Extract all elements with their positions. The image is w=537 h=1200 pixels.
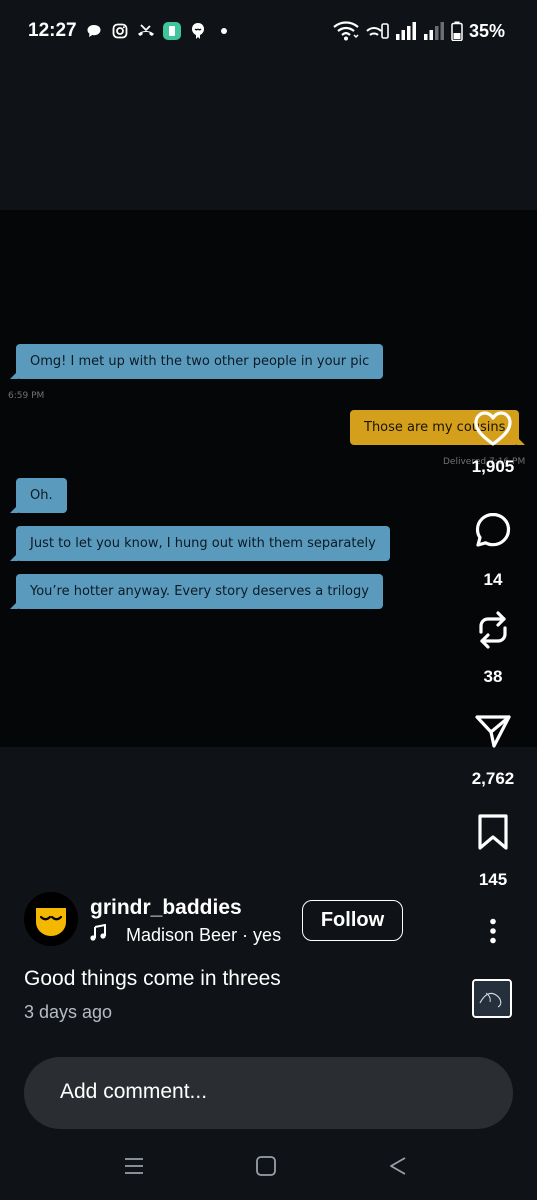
repost-icon [474,610,512,655]
dot-icon [214,21,234,41]
username[interactable]: grindr_baddies [90,896,242,920]
share-count: 2,762 [471,769,515,788]
more-vertical-icon [489,918,497,949]
comment-count: 14 [483,570,503,589]
wifi-icon [333,21,359,41]
message-incoming: You’re hotter anyway. Every story deserv… [10,574,383,609]
music-row[interactable]: Madison Beer · yes [90,923,282,947]
heart-icon [473,410,513,453]
battery-icon [451,21,463,41]
music-label: Madison Beer · yes [126,925,282,945]
bookmark-icon [476,813,510,856]
save-button[interactable]: 145 [466,813,520,890]
instagram-icon [110,21,130,41]
comment-input[interactable]: Add comment... [24,1057,513,1129]
share-button[interactable]: 2,762 [466,712,520,789]
signal-icon [395,21,417,41]
album-cover[interactable] [472,979,512,1018]
message-timestamp: 6:59 PM [8,391,45,401]
repost-count: 38 [483,667,503,686]
recent-apps-icon [125,1158,143,1174]
post-time: 3 days ago [24,1002,113,1022]
grindr-mask-icon [36,908,66,936]
back-icon [390,1157,406,1175]
like-count: 1,905 [471,457,515,476]
follow-button[interactable]: Follow [302,900,403,941]
avatar[interactable] [24,892,78,946]
message-incoming: Oh. [10,478,67,513]
like-button[interactable]: 1,905 [466,410,520,477]
status-bar: 12:27 35% [0,0,537,62]
grindr-icon [188,21,208,41]
more-options-button[interactable] [466,918,520,949]
save-count: 145 [478,870,508,889]
home-button[interactable] [254,1154,278,1178]
battery-percent: 35% [468,20,505,41]
back-button[interactable] [386,1154,410,1178]
system-icons: 35% [333,20,505,42]
recent-apps-button[interactable] [122,1154,146,1178]
notification-icons [84,20,234,42]
chat-bubble-icon [84,21,104,41]
music-note-icon [90,923,106,947]
navigation-bar [0,1140,537,1200]
album-art-icon [474,981,510,1016]
signal-weak-icon [423,21,445,41]
wifi-calling-icon [365,21,389,41]
repost-button[interactable]: 38 [466,610,520,687]
message-incoming: Omg! I met up with the two other people … [9,344,384,379]
send-icon [473,712,513,755]
home-icon [256,1156,276,1176]
missed-call-icon [136,21,156,41]
post-caption: Good things come in threes [24,967,281,990]
message-incoming: Just to let you know, I hung out with th… [10,526,390,561]
comment-icon [474,511,512,554]
video-player[interactable]: Omg! I met up with the two other people … [0,210,537,747]
status-time: 12:27 [28,20,77,41]
comment-button[interactable]: 14 [466,511,520,590]
app-icon [162,21,182,41]
comment-placeholder: Add comment... [60,1080,208,1103]
